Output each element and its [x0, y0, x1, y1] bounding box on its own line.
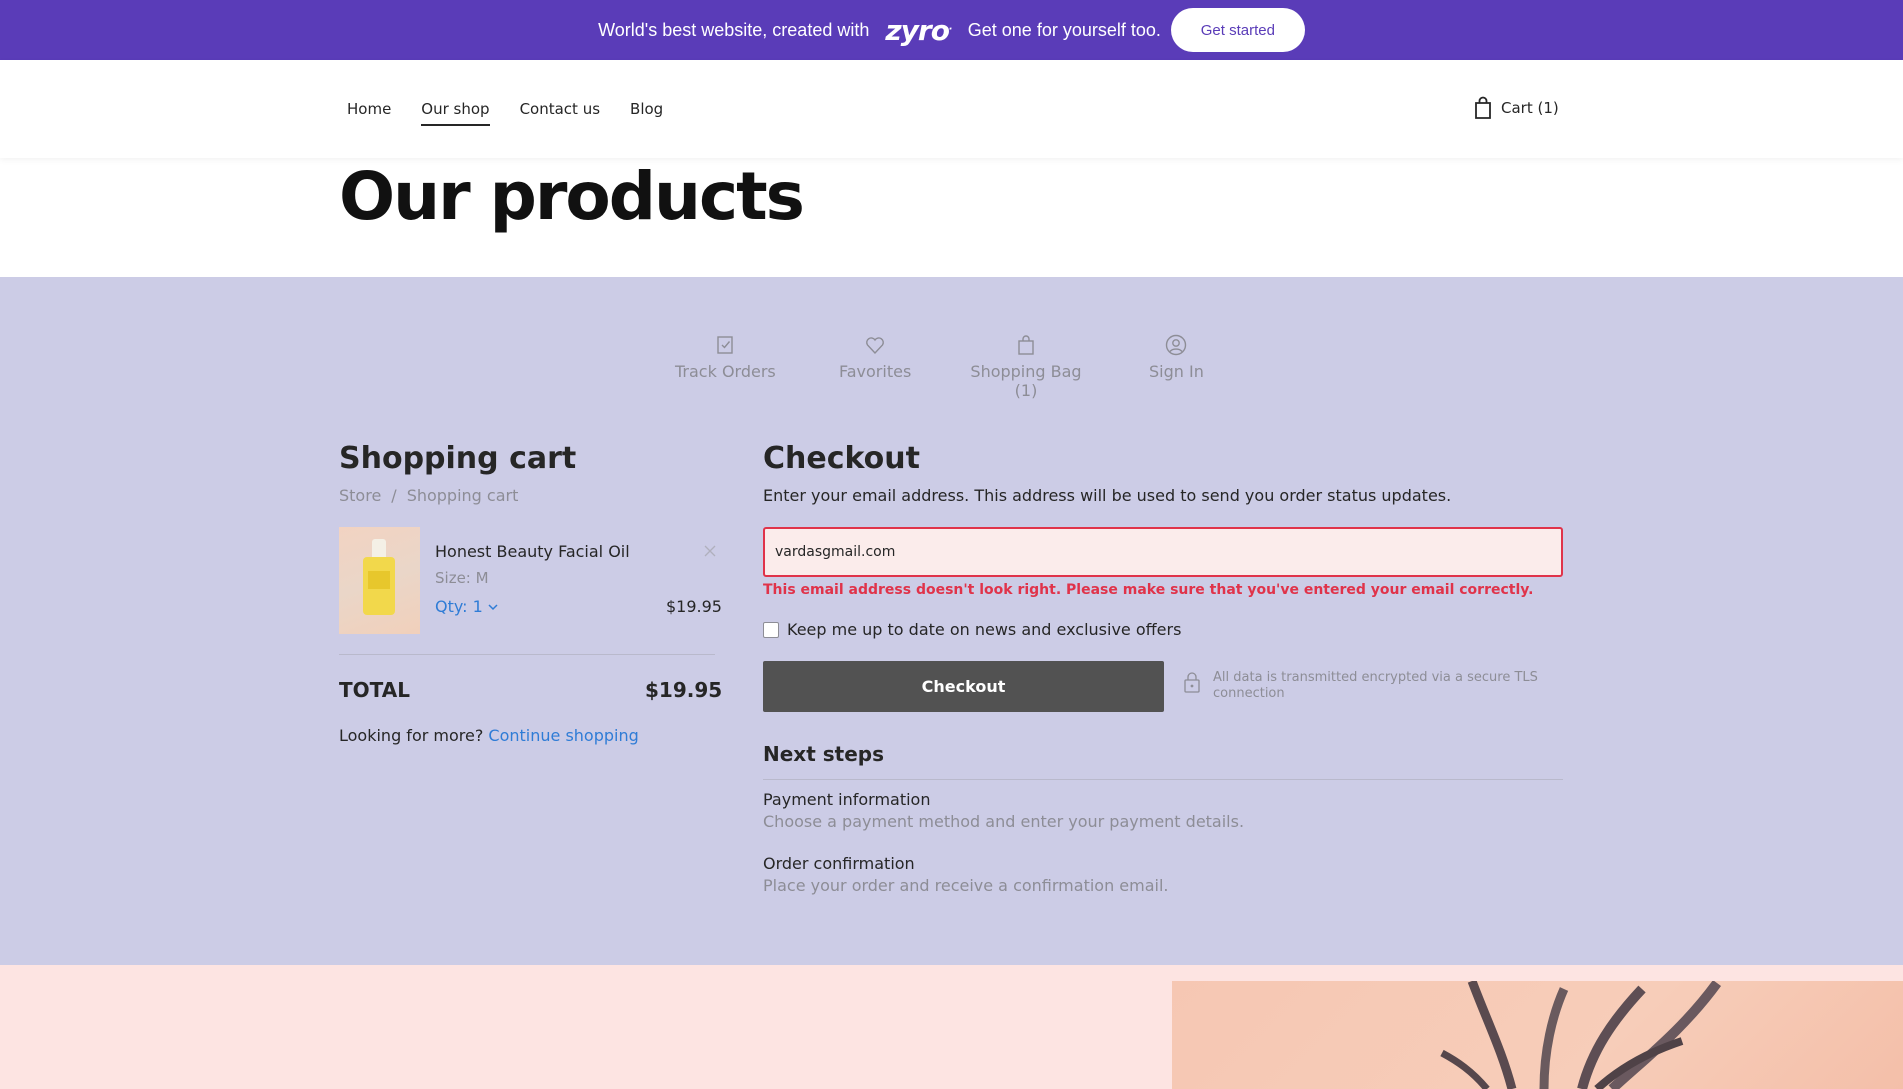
step-confirmation-desc: Place your order and receive a confirmat…: [763, 876, 1169, 895]
breadcrumb-store[interactable]: Store: [339, 486, 381, 505]
divider: [339, 654, 715, 655]
cart-label: Cart (1): [1501, 99, 1559, 117]
close-icon[interactable]: [702, 543, 718, 559]
step-payment-desc: Choose a payment method and enter your p…: [763, 812, 1245, 831]
continue-shopping-text: Looking for more? Continue shopping: [339, 726, 639, 745]
step-payment-title: Payment information: [763, 790, 931, 809]
cart-item-price: $19.95: [666, 597, 722, 616]
get-started-button[interactable]: Get started: [1170, 8, 1305, 52]
newsletter-checkbox[interactable]: [763, 621, 779, 638]
promo-banner: World's best website, created with zyro.…: [0, 0, 1903, 60]
favorites-link[interactable]: Favorites: [839, 334, 911, 381]
breadcrumb: Store / Shopping cart: [339, 486, 519, 505]
secure-text: All data is transmitted encrypted via a …: [1213, 670, 1538, 701]
cart-title: Shopping cart: [339, 441, 577, 476]
lock-icon: [1184, 672, 1200, 693]
product-thumbnail[interactable]: [339, 527, 420, 634]
nav-our-shop[interactable]: Our shop: [421, 100, 490, 126]
hero-section: [0, 965, 1903, 1089]
main-nav: Home Our shop Contact us Blog: [347, 100, 663, 126]
heart-icon: [866, 337, 885, 355]
divider: [763, 779, 1563, 780]
promo-text-after: Get one for yourself too.: [967, 19, 1161, 40]
continue-shopping-link[interactable]: Continue shopping: [488, 726, 638, 745]
header-cart-link[interactable]: Cart (1): [1473, 96, 1559, 120]
step-confirmation-title: Order confirmation: [763, 854, 915, 873]
cart-item-size: Size: M: [435, 569, 489, 587]
email-field[interactable]: [763, 527, 1563, 577]
checkout-title: Checkout: [763, 441, 920, 476]
nav-home[interactable]: Home: [347, 100, 391, 126]
nav-contact-us[interactable]: Contact us: [520, 100, 600, 126]
plant-image: [1172, 981, 1903, 1089]
promo-text: World's best website, created with: [598, 19, 870, 40]
track-orders-link[interactable]: Track Orders: [675, 334, 776, 381]
nav-blog[interactable]: Blog: [630, 100, 663, 126]
user-icon: [1166, 334, 1187, 356]
cart-item-name[interactable]: Honest Beauty Facial Oil: [435, 542, 630, 561]
chevron-down-icon: [488, 603, 498, 610]
shopping-bag-link[interactable]: Shopping Bag (1): [969, 334, 1083, 400]
cart-icon: [1475, 96, 1491, 119]
checkout-description: Enter your email address. This address w…: [763, 486, 1452, 505]
cart-item-qty-select[interactable]: Qty: 1: [435, 597, 499, 616]
total-value: $19.95: [645, 678, 723, 702]
next-steps-title: Next steps: [763, 742, 884, 766]
newsletter-label: Keep me up to date on news and exclusive…: [787, 620, 1182, 639]
newsletter-option[interactable]: Keep me up to date on news and exclusive…: [763, 620, 1181, 639]
sign-in-link[interactable]: Sign In: [1149, 334, 1204, 381]
bag-count: (1): [1014, 381, 1038, 400]
zyro-logo[interactable]: zyro.: [885, 14, 952, 47]
secure-notice: All data is transmitted encrypted via a …: [1183, 670, 1543, 702]
bag-icon: [1018, 335, 1034, 355]
track-orders-icon: [717, 336, 734, 354]
breadcrumb-current: Shopping cart: [406, 486, 519, 505]
site-header: Home Our shop Contact us Blog Cart (1): [0, 60, 1903, 158]
email-error-message: This email address doesn't look right. P…: [763, 582, 1534, 598]
page-title: Our products: [339, 158, 805, 235]
checkout-button[interactable]: Checkout: [763, 661, 1164, 712]
total-label: TOTAL: [339, 678, 410, 702]
